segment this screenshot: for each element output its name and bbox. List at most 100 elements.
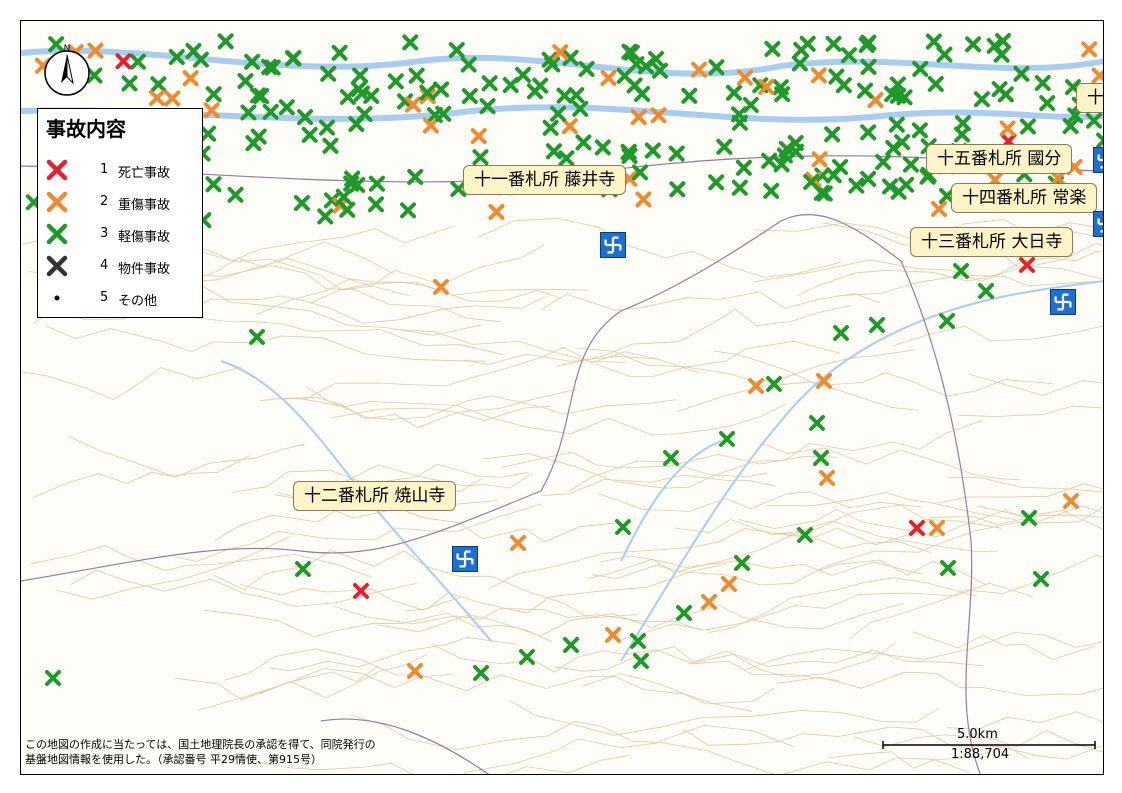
accident-marker [973,91,990,108]
accident-marker [681,87,698,104]
contour-line [786,773,788,774]
accident-marker [939,313,955,329]
accident-marker [182,70,199,87]
contour-line [203,609,553,643]
accident-marker [461,88,478,105]
accident-marker [954,115,971,132]
scale-distance: 5.0km [957,727,998,742]
accident-marker [833,325,849,341]
accident-marker [568,87,585,104]
accident-marker [237,73,254,90]
contour-line [541,291,880,311]
accident-marker [278,99,295,116]
accident-marker [473,665,489,681]
temple-icon[interactable] [1050,289,1076,315]
contour-line [541,474,776,496]
accident-marker [888,116,905,133]
accident-marker [763,182,780,199]
contour-line [32,455,250,498]
contour-line [180,295,545,324]
accident-marker [150,76,167,93]
accident-marker [367,196,384,213]
contour-line [744,631,1103,671]
temple-icon[interactable] [1093,147,1103,173]
accident-marker [86,67,103,84]
temple-icon[interactable] [452,546,478,572]
temple-label-11[interactable]: 十一番札所 藤井寺 [463,165,627,195]
temple-label-13[interactable]: 十三番札所 大日寺 [910,227,1074,257]
contour-line [269,636,518,672]
accident-marker [1091,67,1103,84]
legend-item-other: 5 その他 [46,287,196,311]
accident-marker [819,470,835,486]
accident-marker [353,583,369,599]
accident-marker [669,181,686,198]
contour-line [958,405,1103,418]
temple-label-14[interactable]: 十四番札所 常楽 [951,183,1098,213]
contour-line [600,555,922,576]
legend-item-minor: 3 軽傷事故 [46,223,196,247]
cross-icon [46,223,68,245]
accident-marker [575,134,592,151]
contour-line [849,554,1103,640]
accident-marker [545,143,562,160]
accident-marker [825,35,842,52]
contour-line [581,673,775,705]
accident-marker [407,168,424,185]
contour-line [174,665,380,701]
accident-marker [45,670,61,686]
accident-marker [911,122,928,139]
accident-marker [200,125,217,142]
accident-marker [472,149,489,166]
accident-marker [764,41,781,58]
accident-marker [318,119,335,136]
accident-marker [716,138,733,155]
accident-marker [115,53,132,70]
accident-marker [408,67,425,84]
contour-line [67,435,305,478]
accident-marker [978,283,994,299]
accident-marker [663,450,679,466]
contour-line [305,386,677,420]
accident-marker [824,126,841,143]
cross-icon [46,255,68,277]
credit-line-2: 基盤地図情報を使用した。（承認番号 平29情使、第915号） [25,753,322,766]
map-frame[interactable]: N 事故内容 1 死亡事故 2 重傷事故 3 軽傷事故 4 物件事故 5 その他… [20,20,1104,775]
temple-label-partial[interactable]: 十 [1076,83,1103,113]
contour-line [776,671,1103,697]
accident-marker [940,560,956,576]
river-line [920,280,1103,322]
accident-marker [227,186,244,203]
temple-label-15[interactable]: 十五番札所 國分 [926,144,1073,174]
temple-icon[interactable] [600,232,626,258]
accident-marker [121,75,138,92]
contour-line [598,491,922,512]
accident-marker [407,663,423,679]
accident-marker [997,86,1014,103]
accident-marker [515,66,532,83]
contour-line [55,536,291,600]
accident-marker [835,77,852,94]
contour-line [707,577,977,634]
accident-marker [129,53,146,70]
temple-label-12[interactable]: 十二番札所 焼山寺 [293,481,457,511]
contour-line [765,492,1016,520]
contour-line [576,340,840,368]
accident-marker [526,83,543,100]
accident-marker [1033,571,1049,587]
contour-line [969,373,1103,396]
accident-marker [793,41,810,58]
credit-line-1: この地図の作成に当たっては、国土地理院長の承認を得て、同院発行の [25,738,376,751]
temple-icon[interactable] [1093,211,1103,237]
accident-marker [1019,118,1036,135]
accident-marker [433,81,450,98]
cross-icon [46,191,68,213]
contour-line [818,559,986,585]
accident-marker [902,156,919,173]
accident-marker [488,203,505,220]
contour-line [270,346,660,400]
accident-marker [245,135,262,152]
accident-marker [217,33,234,50]
accident-marker [510,535,526,551]
accident-marker [1081,41,1098,58]
